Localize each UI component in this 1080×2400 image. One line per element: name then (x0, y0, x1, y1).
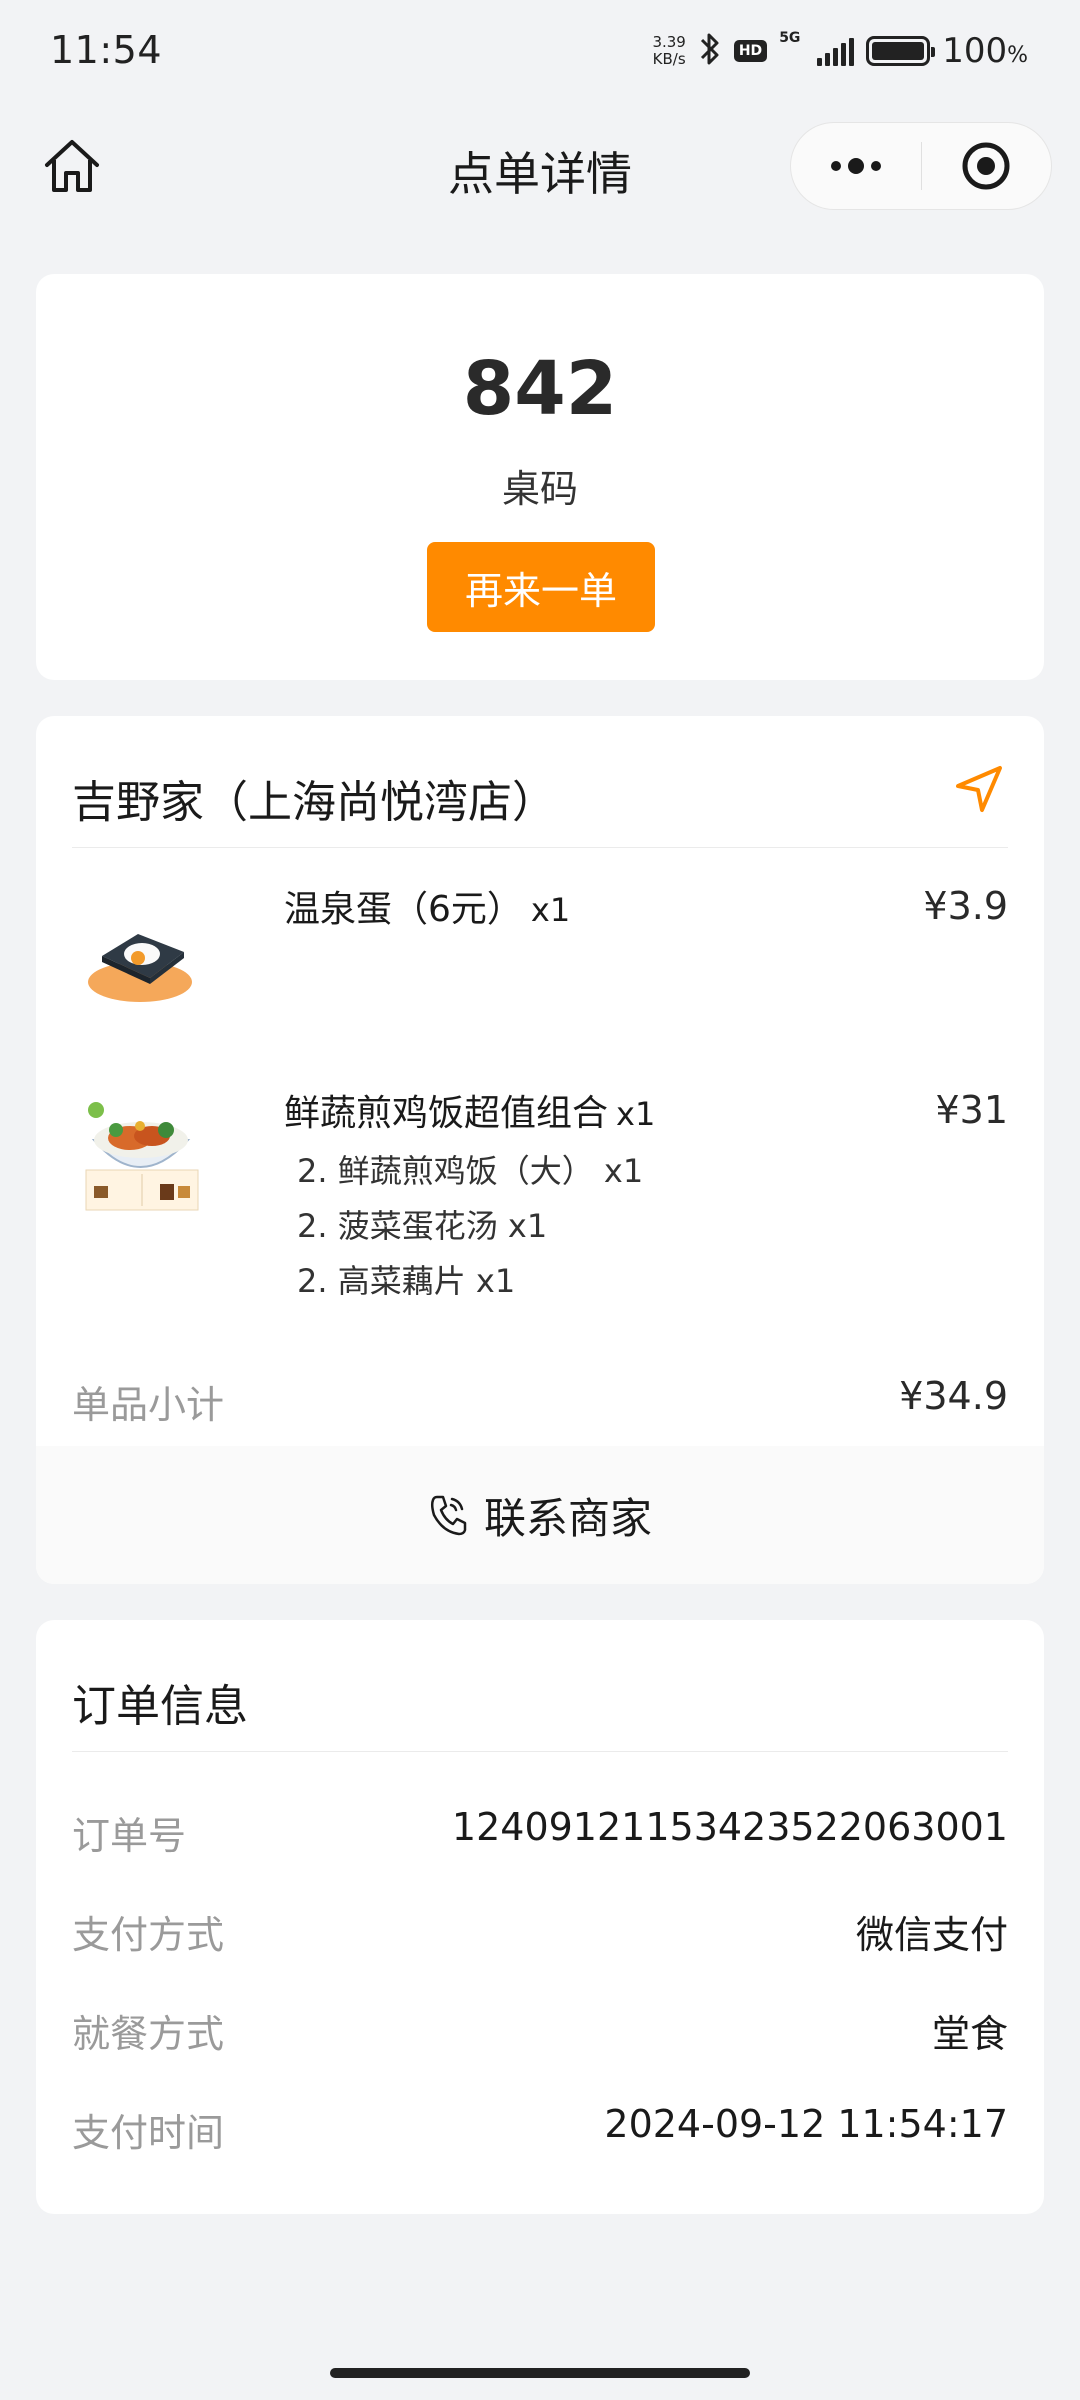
info-label: 就餐方式 (72, 2012, 225, 2056)
info-row-payment-time: 支付时间 2024-09-12 11:54:17 (72, 2102, 1008, 2162)
cellular-signal-icon: 5G (779, 30, 855, 66)
more-button[interactable] (791, 123, 921, 209)
sub-item: 2. 高菜藕片 x1 (297, 1262, 516, 1300)
table-label: 桌码 (501, 467, 578, 511)
nav-bar: 点单详情 (0, 110, 1080, 225)
mini-program-capsule (790, 122, 1052, 210)
payment-time-value: 2024-09-12 11:54:17 (604, 2102, 1008, 2146)
sub-item: 2. 鲜蔬煎鸡饭（大） x1 (297, 1152, 644, 1190)
more-icon (830, 158, 881, 174)
network-type: 5G (779, 30, 801, 46)
order-item: 温泉蛋（6元） x1 ¥3.9 (72, 880, 1008, 1030)
home-indicator[interactable] (330, 2368, 750, 2378)
item-qty: x1 (530, 891, 571, 929)
item-title: 鲜蔬煎鸡饭超值组合 (284, 1093, 609, 1134)
info-label: 支付时间 (72, 2111, 225, 2155)
order-items-card: 吉野家（上海尚悦湾店） 温泉蛋（6元） x1 ¥3.9 鲜蔬煎鸡饭超值组合 x1… (36, 716, 1044, 1584)
network-speed: 3.39 KB/s (652, 34, 685, 68)
item-price: ¥3.9 (923, 884, 1008, 928)
battery-percent-value: 100 (942, 31, 1008, 71)
item-qty: x1 (616, 1095, 656, 1133)
battery-fill (872, 42, 925, 60)
info-label: 支付方式 (72, 1913, 225, 1957)
egg-dish-image (80, 894, 202, 1016)
contact-merchant-button[interactable]: 联系商家 (36, 1446, 1044, 1584)
close-target-icon (962, 142, 1010, 190)
status-bar: 11:54 3.39 KB/s HD 5G 100% (0, 0, 1080, 100)
info-row-payment-method: 支付方式 微信支付 (72, 1904, 1008, 1964)
store-name[interactable]: 吉野家（上海尚悦湾店） (72, 766, 556, 830)
info-row-dining-method: 就餐方式 堂食 (72, 2003, 1008, 2063)
reorder-button[interactable]: 再来一单 (427, 542, 655, 632)
order-info-title: 订单信息 (72, 1681, 248, 1732)
network-speed-value: 3.39 (652, 33, 686, 51)
payment-method-value: 微信支付 (855, 1913, 1008, 1957)
battery-percent: 100% (942, 31, 1028, 71)
close-miniprogram-button[interactable] (922, 123, 1052, 209)
table-number: 842 (462, 346, 618, 432)
battery-percent-unit: % (1007, 43, 1028, 68)
table-card: 842 桌码 再来一单 (36, 274, 1044, 680)
sub-item: 2. 菠菜蛋花汤 x1 (297, 1207, 548, 1245)
order-info-card: 订单信息 订单号 12409121153423522063001 支付方式 微信… (36, 1620, 1044, 2214)
order-number-value[interactable]: 12409121153423522063001 (452, 1805, 1008, 1849)
phone-icon (430, 1495, 467, 1536)
navigate-icon[interactable] (952, 760, 1008, 816)
order-item: 鲜蔬煎鸡饭超值组合 x1 ¥31 2. 鲜蔬煎鸡饭（大） x1 2. 菠菜蛋花汤 … (72, 1084, 1008, 1324)
bluetooth-icon (698, 31, 722, 71)
subtotal-value: ¥34.9 (899, 1374, 1008, 1418)
item-title: 温泉蛋（6元） (284, 889, 523, 930)
dining-method-value: 堂食 (931, 2012, 1008, 2056)
info-divider (72, 1751, 1008, 1752)
item-price: ¥31 (935, 1088, 1008, 1132)
chicken-rice-combo-image (80, 1094, 202, 1216)
item-name: 鲜蔬煎鸡饭超值组合 x1 (284, 1084, 655, 1136)
info-row-order-number: 订单号 12409121153423522063001 (72, 1805, 1008, 1865)
status-indicators: 3.39 KB/s HD 5G 100% (652, 30, 1028, 72)
battery-icon (866, 36, 936, 66)
hd-badge: HD (733, 40, 768, 62)
contact-merchant-label: 联系商家 (483, 1493, 652, 1543)
item-name: 温泉蛋（6元） x1 (284, 880, 570, 932)
info-label: 订单号 (72, 1814, 187, 1858)
status-time: 11:54 (50, 28, 163, 72)
store-divider (72, 847, 1008, 848)
subtotal-label: 单品小计 (72, 1383, 225, 1427)
network-speed-unit: KB/s (652, 50, 686, 68)
